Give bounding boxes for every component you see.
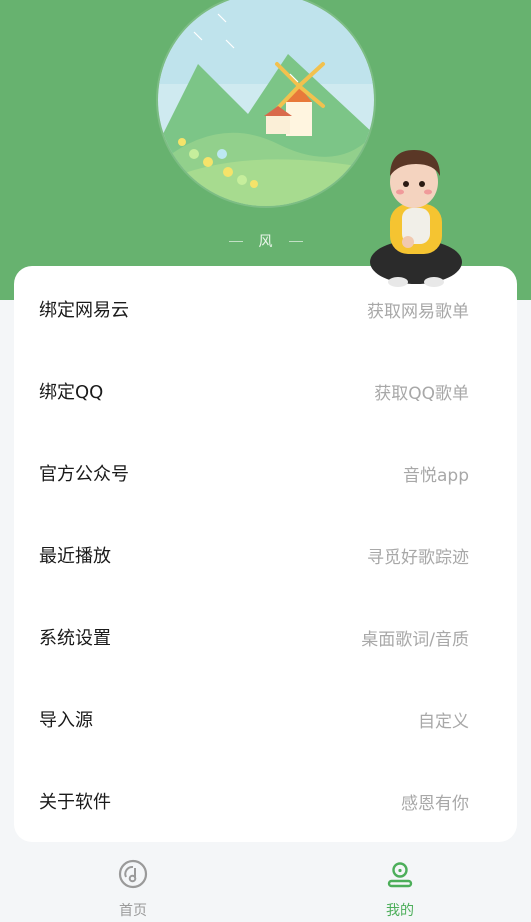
menu-item-official-account[interactable]: 官方公众号 音悦app [14,432,517,514]
menu-item-import-source[interactable]: 导入源 自定义 [14,678,517,760]
menu-item-subtitle: 自定义 [418,711,469,732]
cartoon-boy-sitting [370,150,462,287]
menu-item-subtitle: 感恩有你 [401,793,469,814]
tab-mine[interactable]: 我的 [335,848,465,922]
menu-item-about[interactable]: 关于软件 感恩有你 [14,760,517,842]
avatar[interactable] [158,0,374,206]
profile-icon [387,862,413,888]
menu-item-subtitle: 获取网易歌单 [367,301,469,322]
menu-item-bind-qq[interactable]: 绑定QQ 获取QQ歌单 [14,350,517,432]
menu-item-title: 绑定网易云 [39,300,129,321]
menu-item-title: 系统设置 [39,628,111,649]
menu-item-subtitle: 获取QQ歌单 [374,383,469,404]
menu-item-title: 关于软件 [39,792,111,813]
bottom-tab-bar: 首页 我的 [0,848,531,922]
menu-item-title: 最近播放 [39,546,111,567]
menu-item-title: 绑定QQ [39,382,104,403]
tab-home[interactable]: 首页 [68,848,198,922]
menu-item-subtitle: 寻觅好歌踪迹 [367,547,469,568]
windmill-landscape-avatar [158,0,374,206]
music-disc-icon [118,859,148,889]
tab-label: 首页 [119,903,147,919]
nickname: 风 [258,234,273,250]
menu-card: 绑定网易云 获取网易歌单 绑定QQ 获取QQ歌单 官方公众号 音悦app 最近播… [14,266,517,842]
menu-item-subtitle: 桌面歌词/音质 [361,629,469,650]
menu-item-title: 官方公众号 [39,464,129,485]
menu-item-title: 导入源 [39,710,93,731]
divider [228,240,243,242]
menu-item-recent-play[interactable]: 最近播放 寻觅好歌踪迹 [14,514,517,596]
tab-label: 我的 [386,903,414,919]
menu-item-subtitle: 音悦app [403,465,469,486]
menu-item-settings[interactable]: 系统设置 桌面歌词/音质 [14,596,517,678]
divider [288,240,303,242]
